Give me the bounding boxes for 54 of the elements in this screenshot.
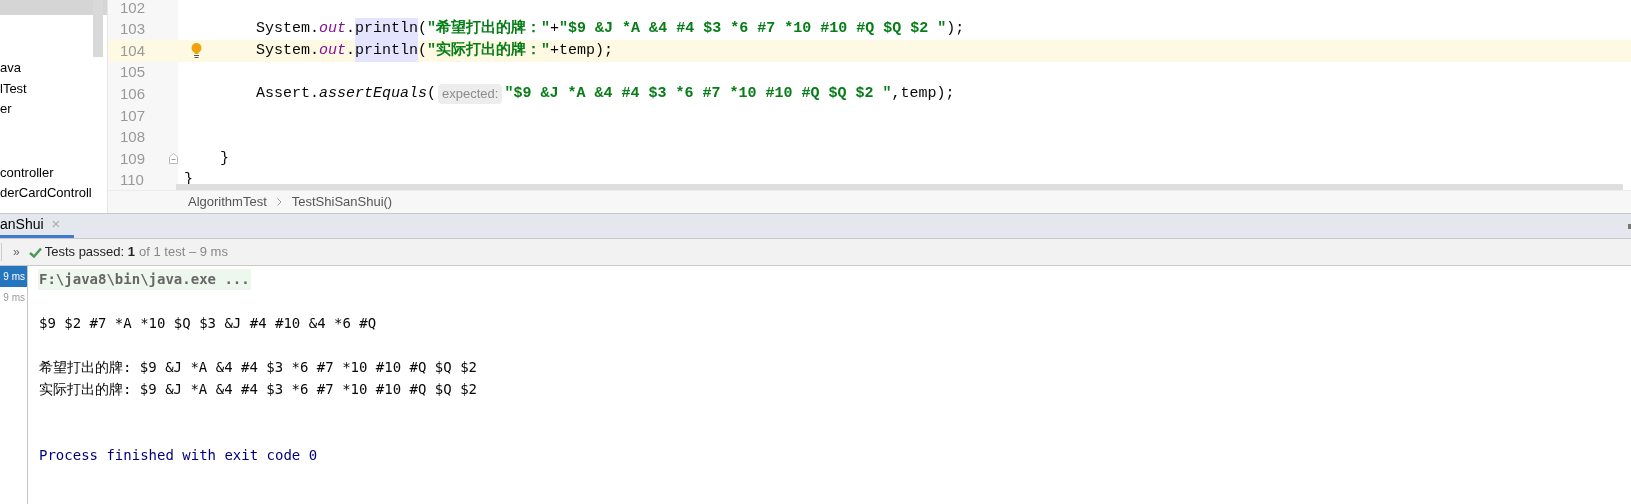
scrollbar[interactable] bbox=[176, 184, 1623, 190]
tree-item[interactable]: lTest bbox=[0, 78, 107, 99]
line-number: 105 bbox=[120, 62, 146, 83]
code-token: ); bbox=[946, 19, 965, 40]
code-token: ( bbox=[418, 19, 428, 40]
line-number: 110 bbox=[120, 170, 144, 190]
code-token: ,temp); bbox=[891, 83, 955, 104]
code-token: assertEquals bbox=[319, 83, 428, 104]
code-token: +temp); bbox=[550, 40, 614, 61]
test-status: Tests passed: 1 bbox=[44, 243, 136, 262]
code-token: ( bbox=[418, 40, 428, 61]
line-number: 106 bbox=[120, 83, 146, 104]
chevron-icon bbox=[276, 198, 282, 206]
console-line: 希望打出的牌: $9 &J *A &4 #4 $3 *6 #7 *10 #10 #Q $Q $2 bbox=[38, 357, 478, 377]
expand-icon[interactable]: » bbox=[13, 243, 20, 261]
code-token: ( bbox=[427, 83, 437, 104]
code-token: System. bbox=[256, 19, 319, 40]
tab-menu-icon[interactable] bbox=[1628, 224, 1631, 229]
line-number: 107 bbox=[120, 105, 146, 126]
breadcrumb-item[interactable]: AlgorithmTest bbox=[188, 192, 267, 212]
tree-item[interactable]: ava bbox=[0, 58, 107, 79]
code-token: + bbox=[550, 19, 560, 40]
code-token: out bbox=[319, 19, 347, 40]
parameter-hint: expected: bbox=[438, 84, 503, 104]
fold-icon[interactable] bbox=[169, 153, 178, 165]
code-token: System. bbox=[256, 40, 319, 61]
code-token: "希望打出的牌：" bbox=[427, 18, 551, 40]
tree-item[interactable]: er bbox=[0, 99, 107, 120]
line-number: 102 bbox=[120, 0, 146, 18]
code-token: "$9 &J *A &4 #4 $3 *6 #7 *10 #10 #Q $Q $2 " bbox=[504, 83, 892, 104]
console-line: Process finished with exit code 0 bbox=[38, 445, 319, 465]
line-number: 103 bbox=[120, 19, 146, 40]
line-number: 108 bbox=[120, 127, 146, 148]
scrollbar[interactable] bbox=[93, 0, 103, 57]
line-number: 109 bbox=[120, 148, 146, 169]
code-token: "$9 &J *A &4 #4 $3 *6 #7 *10 #10 #Q $Q $2 " bbox=[559, 19, 947, 40]
tree-item[interactable]: controller bbox=[0, 162, 107, 183]
breadcrumb-item[interactable]: TestShiSanShui() bbox=[291, 192, 393, 212]
tree-item[interactable]: derCardControll bbox=[0, 183, 107, 204]
lightbulb-icon[interactable] bbox=[191, 43, 202, 59]
code-token: Assert. bbox=[256, 83, 319, 104]
line-number: 104 bbox=[120, 40, 146, 61]
code-token: "实际打出的牌：" bbox=[427, 40, 551, 61]
code-token: println bbox=[355, 18, 419, 41]
code-token: } bbox=[220, 148, 229, 169]
console-line: 实际打出的牌: $9 &J *A &4 #4 $3 *6 #7 *10 #10 #Q $Q $2 bbox=[38, 379, 478, 399]
console-line: $9 $2 #7 *A *10 $Q $3 &J #4 #10 &4 *6 #Q bbox=[38, 313, 378, 333]
code-token: . bbox=[346, 19, 356, 40]
code-token: . bbox=[346, 40, 356, 61]
code-token: println bbox=[355, 39, 419, 63]
test-duration[interactable]: 9 ms bbox=[0, 266, 27, 287]
test-summary: of 1 test – 9 ms bbox=[139, 243, 228, 262]
check-icon bbox=[28, 246, 42, 258]
code-token: out bbox=[319, 40, 347, 61]
